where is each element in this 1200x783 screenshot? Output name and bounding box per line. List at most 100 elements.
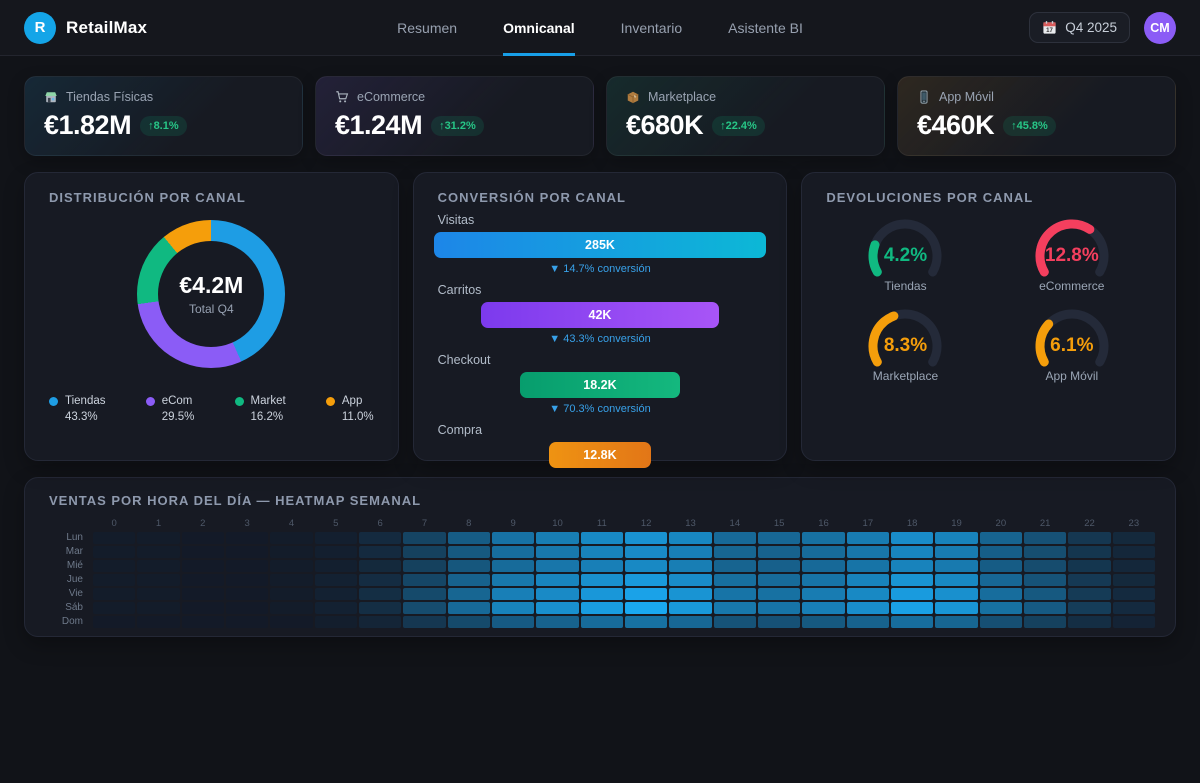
heatmap-cell[interactable] (1024, 588, 1066, 600)
heatmap-cell[interactable] (359, 588, 401, 600)
heatmap-cell[interactable] (891, 588, 933, 600)
heatmap-cell[interactable] (1068, 602, 1110, 614)
heatmap-cell[interactable] (226, 602, 268, 614)
heatmap-cell[interactable] (669, 602, 711, 614)
heatmap-cell[interactable] (935, 546, 977, 558)
heatmap-cell[interactable] (1068, 546, 1110, 558)
heatmap-cell[interactable] (448, 574, 490, 586)
heatmap-cell[interactable] (714, 588, 756, 600)
heatmap-cell[interactable] (581, 560, 623, 572)
heatmap-cell[interactable] (492, 560, 534, 572)
heatmap-cell[interactable] (403, 588, 445, 600)
heatmap-cell[interactable] (802, 588, 844, 600)
heatmap-cell[interactable] (1024, 574, 1066, 586)
heatmap-cell[interactable] (1068, 532, 1110, 544)
heatmap-cell[interactable] (536, 602, 578, 614)
kpi-card-app-movil[interactable]: App Móvil€460K↑45.8% (897, 76, 1176, 156)
heatmap-cell[interactable] (1068, 560, 1110, 572)
heatmap-cell[interactable] (403, 616, 445, 628)
heatmap-cell[interactable] (226, 588, 268, 600)
heatmap-cell[interactable] (137, 616, 179, 628)
heatmap-cell[interactable] (891, 546, 933, 558)
heatmap-cell[interactable] (1113, 616, 1155, 628)
funnel-bar-carritos[interactable]: 42K (481, 302, 719, 328)
heatmap-cell[interactable] (315, 616, 357, 628)
heatmap-cell[interactable] (980, 560, 1022, 572)
heatmap-cell[interactable] (714, 574, 756, 586)
heatmap-cell[interactable] (581, 574, 623, 586)
heatmap-cell[interactable] (802, 602, 844, 614)
heatmap-cell[interactable] (714, 546, 756, 558)
heatmap-cell[interactable] (980, 532, 1022, 544)
heatmap-cell[interactable] (359, 616, 401, 628)
heatmap-cell[interactable] (536, 574, 578, 586)
heatmap-cell[interactable] (270, 616, 312, 628)
heatmap-cell[interactable] (758, 574, 800, 586)
heatmap-cell[interactable] (359, 560, 401, 572)
heatmap-cell[interactable] (625, 532, 667, 544)
heatmap-cell[interactable] (802, 546, 844, 558)
heatmap-cell[interactable] (403, 532, 445, 544)
nav-tab-resumen[interactable]: Resumen (397, 0, 457, 56)
period-selector[interactable]: 17 Q4 2025 (1029, 12, 1130, 43)
nav-tab-omnicanal[interactable]: Omnicanal (503, 0, 575, 56)
heatmap-cell[interactable] (448, 602, 490, 614)
heatmap-cell[interactable] (935, 560, 977, 572)
heatmap-cell[interactable] (315, 546, 357, 558)
nav-tab-inventario[interactable]: Inventario (621, 0, 682, 56)
heatmap-cell[interactable] (182, 560, 224, 572)
donut-chart[interactable]: €4.2M Total Q4 (137, 220, 285, 368)
heatmap-cell[interactable] (403, 574, 445, 586)
heatmap-cell[interactable] (847, 574, 889, 586)
heatmap-cell[interactable] (891, 532, 933, 544)
heatmap-cell[interactable] (226, 560, 268, 572)
heatmap-cell[interactable] (359, 574, 401, 586)
heatmap-cell[interactable] (93, 602, 135, 614)
funnel-bar-checkout[interactable]: 18.2K (520, 372, 680, 398)
heatmap-cell[interactable] (226, 546, 268, 558)
nav-tab-asistente-bi[interactable]: Asistente BI (728, 0, 803, 56)
heatmap-cell[interactable] (403, 546, 445, 558)
heatmap-cell[interactable] (714, 532, 756, 544)
heatmap-cell[interactable] (802, 532, 844, 544)
heatmap-cell[interactable] (669, 588, 711, 600)
heatmap-cell[interactable] (980, 588, 1022, 600)
heatmap-cell[interactable] (847, 560, 889, 572)
heatmap-cell[interactable] (1113, 532, 1155, 544)
heatmap-cell[interactable] (581, 588, 623, 600)
heatmap-cell[interactable] (1024, 560, 1066, 572)
heatmap-cell[interactable] (847, 616, 889, 628)
heatmap-cell[interactable] (403, 560, 445, 572)
gauge-app-movil[interactable]: 6.1%App Móvil (997, 307, 1147, 383)
heatmap-cell[interactable] (270, 532, 312, 544)
heatmap-cell[interactable] (935, 602, 977, 614)
heatmap-cell[interactable] (93, 560, 135, 572)
heatmap-cell[interactable] (758, 532, 800, 544)
heatmap-cell[interactable] (1068, 616, 1110, 628)
heatmap-cell[interactable] (1068, 574, 1110, 586)
heatmap-cell[interactable] (536, 532, 578, 544)
heatmap-cell[interactable] (226, 532, 268, 544)
heatmap-cell[interactable] (1024, 616, 1066, 628)
heatmap-cell[interactable] (492, 546, 534, 558)
heatmap-cell[interactable] (536, 616, 578, 628)
heatmap-cell[interactable] (758, 546, 800, 558)
heatmap-cell[interactable] (758, 588, 800, 600)
heatmap-cell[interactable] (182, 574, 224, 586)
heatmap-cell[interactable] (1113, 588, 1155, 600)
funnel-bar-compra[interactable]: 12.8K (549, 442, 650, 468)
heatmap-cell[interactable] (625, 588, 667, 600)
heatmap-cell[interactable] (935, 574, 977, 586)
heatmap-cell[interactable] (935, 532, 977, 544)
heatmap-cell[interactable] (137, 588, 179, 600)
heatmap-cell[interactable] (625, 602, 667, 614)
heatmap-cell[interactable] (891, 602, 933, 614)
heatmap-cell[interactable] (536, 588, 578, 600)
heatmap-cell[interactable] (270, 588, 312, 600)
heatmap-cell[interactable] (669, 560, 711, 572)
heatmap-cell[interactable] (758, 616, 800, 628)
heatmap-cell[interactable] (625, 560, 667, 572)
heatmap-cell[interactable] (1024, 532, 1066, 544)
heatmap-cell[interactable] (847, 602, 889, 614)
heatmap-cell[interactable] (137, 574, 179, 586)
